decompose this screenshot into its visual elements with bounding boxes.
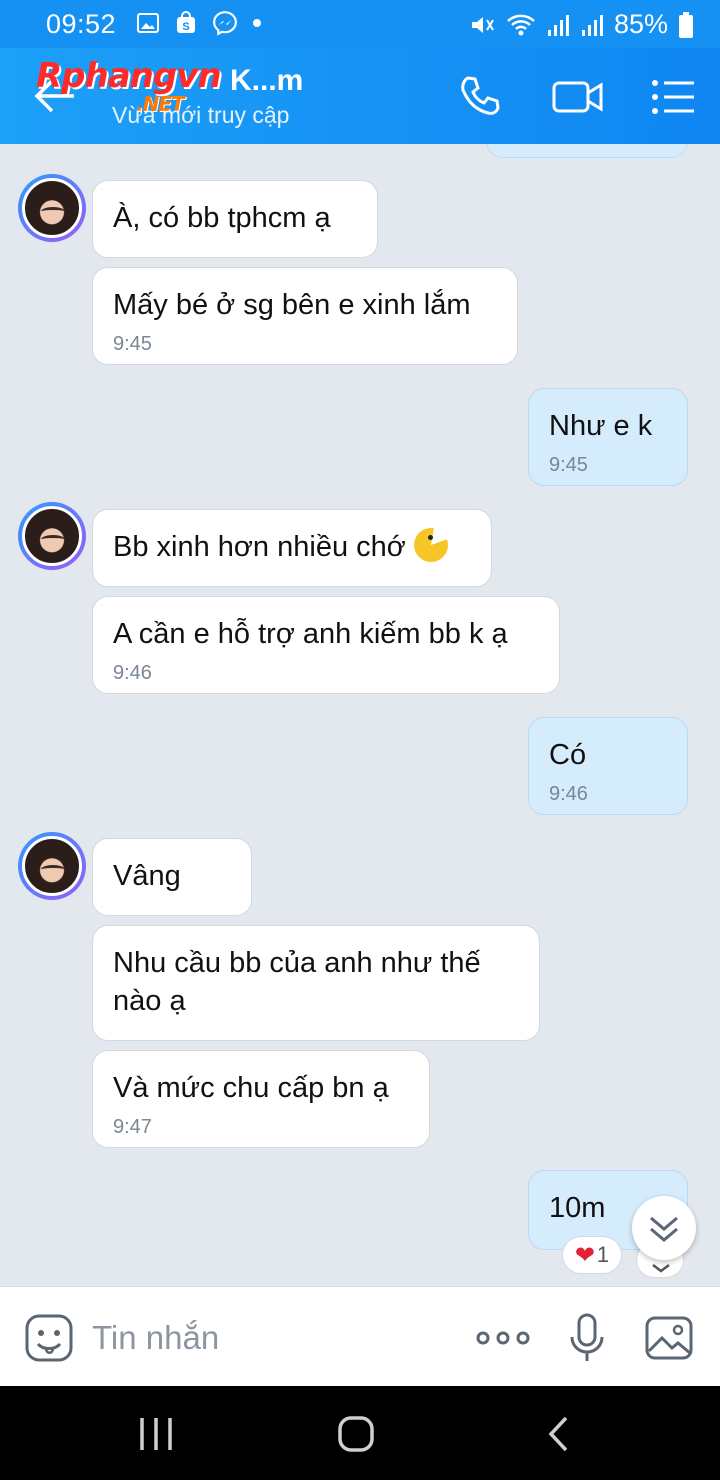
battery-icon	[679, 11, 693, 38]
message-text: Và mức chu cấp bn ạ	[113, 1072, 389, 1104]
message-bubble[interactable]: Mấy bé ở sg bên e xinh lắm 9:45	[92, 267, 518, 365]
avatar[interactable]	[18, 832, 86, 900]
dot-icon	[253, 19, 261, 27]
home-icon[interactable]	[336, 1414, 376, 1454]
message-text: À, có bb tphcm ạ	[113, 202, 331, 234]
gallery-icon	[137, 13, 159, 33]
signal-icon	[547, 14, 569, 36]
message-time: 9:46	[113, 662, 152, 684]
svg-text:S: S	[182, 21, 189, 33]
previous-message-bubble	[486, 144, 688, 158]
message-time: 9:45	[549, 454, 588, 476]
message-text: A cần e hỗ trợ anh kiếm bb k ạ	[113, 618, 508, 650]
message-text: Có	[549, 739, 587, 771]
status-right-icons: 85%	[468, 9, 694, 40]
back-nav-icon[interactable]	[540, 1414, 580, 1454]
image-gallery-icon[interactable]	[644, 1313, 694, 1363]
message-bubble[interactable]: À, có bb tphcm ạ	[92, 180, 378, 258]
message-bubble[interactable]: Vâng	[92, 838, 252, 916]
recent-apps-icon[interactable]	[136, 1414, 176, 1454]
status-bar: 09:52 S 85%	[0, 0, 720, 48]
message-bubble[interactable]: Nhu cầu bb của anh như thế nào ạ	[92, 925, 540, 1041]
status-left-icons: S	[136, 10, 262, 36]
message-time: 9:47	[113, 1116, 152, 1138]
message-text: Mấy bé ở sg bên e xinh lắm	[113, 289, 471, 321]
watermark-logo: Rphangvn .NET	[36, 56, 222, 116]
message-bubble[interactable]: Có 9:46	[528, 717, 688, 815]
message-input[interactable]: Tin nhắn	[92, 1319, 219, 1357]
battery-percent: 85%	[613, 9, 668, 39]
phone-call-icon[interactable]	[458, 74, 504, 120]
contact-name[interactable]: K...m	[230, 64, 303, 98]
scroll-to-bottom-button[interactable]	[632, 1196, 696, 1260]
signal-icon-2	[581, 14, 603, 36]
message-bubble[interactable]: A cần e hỗ trợ anh kiếm bb k ạ 9:46	[92, 596, 560, 694]
message-bubble[interactable]: Bb xinh hơn nhiều chớ	[92, 509, 492, 587]
video-call-icon[interactable]	[552, 74, 604, 120]
wifi-icon	[507, 14, 535, 35]
message-time: 9:45	[113, 333, 152, 355]
avatar[interactable]	[18, 502, 86, 570]
contact-status: Vừa mới truy cập	[112, 102, 290, 128]
avatar[interactable]	[18, 174, 86, 242]
shop-icon: S	[177, 11, 195, 33]
message-time: 9:46	[549, 783, 588, 805]
sticker-icon[interactable]	[24, 1313, 74, 1363]
message-list[interactable]: À, có bb tphcm ạ Mấy bé ở sg bên e xinh …	[0, 144, 720, 1286]
message-text-content: Bb xinh hơn nhiều chớ	[113, 531, 406, 563]
logo-text: Rphangvn	[36, 56, 222, 96]
status-time: 09:52	[46, 9, 117, 39]
heart-icon: ❤	[574, 1241, 595, 1269]
message-input-bar: Tin nhắn	[0, 1286, 720, 1386]
message-text: Bb xinh hơn nhiều chớ	[113, 528, 448, 566]
reaction-badge[interactable]: ❤ 1	[562, 1236, 622, 1274]
pacman-emoji-icon	[413, 528, 448, 562]
chat-header: Rphangvn .NET K...m Vừa mới truy cập	[0, 48, 720, 144]
message-text: Nhu cầu bb của anh như thế nào ạ	[113, 947, 481, 1017]
reaction-count: 1	[596, 1242, 610, 1267]
more-options-icon[interactable]	[474, 1313, 532, 1363]
microphone-icon[interactable]	[562, 1313, 612, 1363]
message-text: Như e k	[549, 410, 653, 442]
double-chevron-down-icon	[650, 1216, 678, 1242]
menu-list-icon[interactable]	[650, 74, 696, 120]
message-bubble[interactable]: Như e k 9:45	[528, 388, 688, 486]
mute-icon	[471, 16, 494, 33]
system-nav-bar	[0, 1386, 720, 1480]
messenger-icon	[213, 11, 237, 36]
message-text: 10m	[549, 1192, 606, 1224]
message-bubble[interactable]: Và mức chu cấp bn ạ 9:47	[92, 1050, 430, 1148]
message-text: Vâng	[113, 860, 181, 892]
